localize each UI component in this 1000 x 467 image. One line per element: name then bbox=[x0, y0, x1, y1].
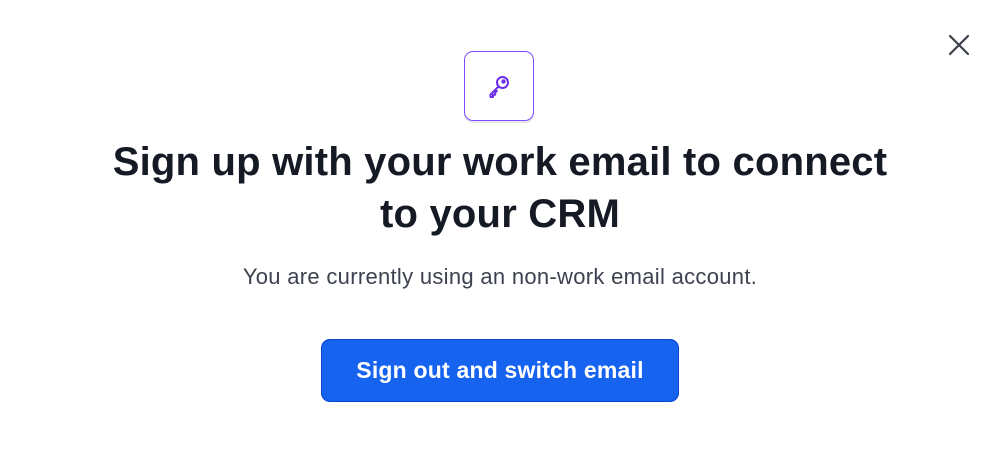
key-badge bbox=[464, 51, 534, 121]
close-icon bbox=[948, 34, 970, 56]
key-icon bbox=[489, 76, 509, 98]
signup-modal: Sign up with your work email to connect … bbox=[0, 0, 1000, 467]
modal-title: Sign up with your work email to connect … bbox=[112, 140, 888, 236]
modal-subtitle: You are currently using an non-work emai… bbox=[242, 264, 758, 289]
sign-out-switch-email-button[interactable]: Sign out and switch email bbox=[321, 339, 679, 402]
close-button[interactable] bbox=[944, 30, 974, 60]
